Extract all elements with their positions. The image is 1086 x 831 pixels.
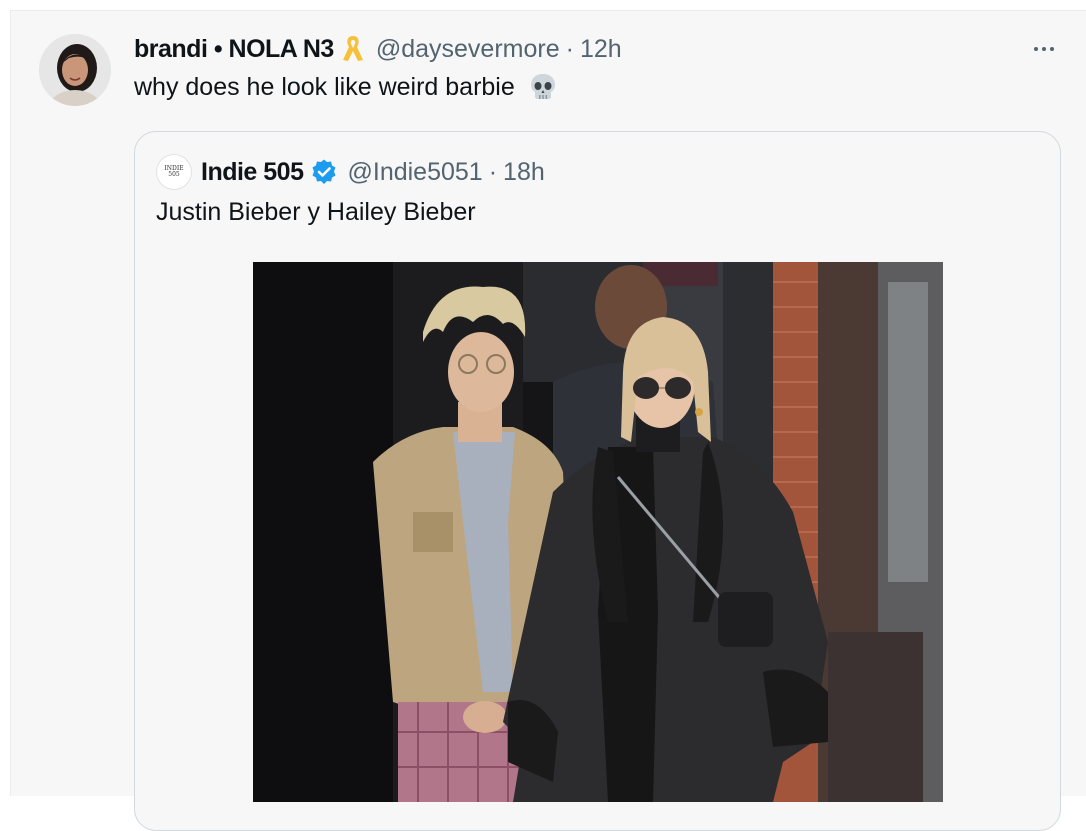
tweet-card[interactable]: brandi • NOLA N3 @daysevermore · 12h why… xyxy=(10,10,1086,831)
quoted-tweet[interactable]: INDIE 505 Indie 505 @Indie5051 · 18h Jus… xyxy=(134,131,1061,831)
tweet-text-row: why does he look like weird barbie xyxy=(134,71,559,103)
quoted-separator-dot: · xyxy=(488,157,498,186)
user-avatar[interactable] xyxy=(39,34,111,106)
tweet-header: brandi • NOLA N3 @daysevermore · 12h xyxy=(134,31,622,67)
quoted-tweet-text: Justin Bieber y Hailey Bieber xyxy=(156,198,476,226)
quoted-tweet-photo[interactable] xyxy=(253,262,943,802)
ribbon-icon xyxy=(340,34,366,64)
quoted-avatar-text-bottom: 505 xyxy=(168,171,180,178)
skull-icon xyxy=(527,71,559,103)
verified-icon xyxy=(310,158,338,186)
quoted-user-handle[interactable]: @Indie5051 xyxy=(348,158,483,187)
quoted-tweet-timestamp[interactable]: 18h xyxy=(503,158,545,187)
user-handle[interactable]: @daysevermore xyxy=(376,35,560,64)
quoted-tweet-header: Indie 505 @Indie5051 · 18h xyxy=(201,154,545,190)
separator-dot: · xyxy=(565,34,574,63)
user-display-name[interactable]: brandi • NOLA N3 xyxy=(134,35,334,64)
quoted-user-display-name[interactable]: Indie 505 xyxy=(201,158,304,187)
more-icon[interactable] xyxy=(1024,37,1064,61)
tweet-text: why does he look like weird barbie xyxy=(134,72,515,101)
quoted-user-avatar[interactable]: INDIE 505 xyxy=(156,154,192,190)
tweet-timestamp[interactable]: 12h xyxy=(580,35,622,64)
